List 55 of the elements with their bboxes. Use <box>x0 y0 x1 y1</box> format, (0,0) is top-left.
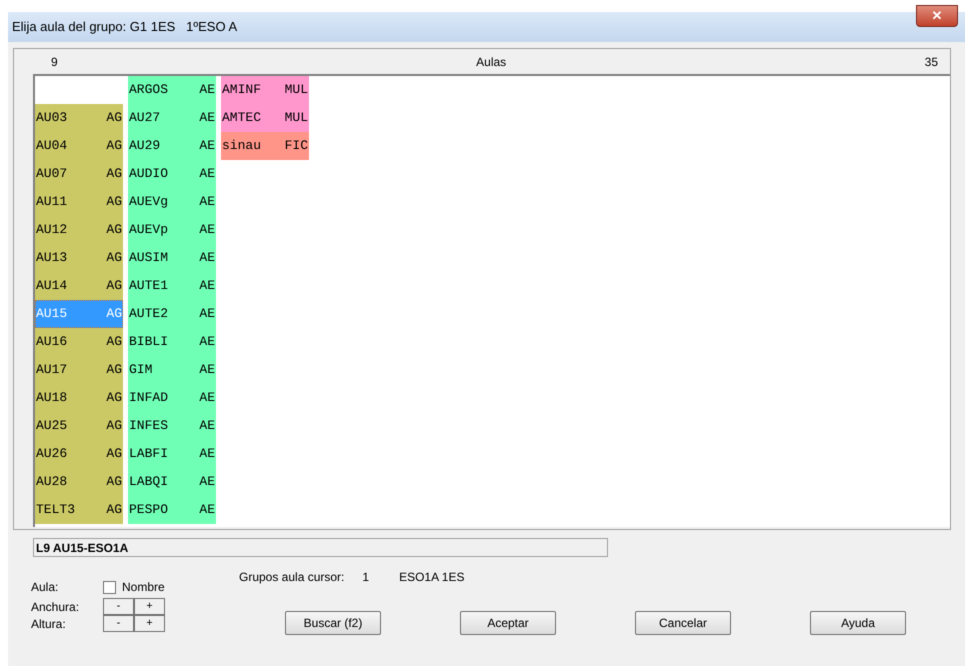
room-cell[interactable]: AUEVg AE <box>128 188 216 216</box>
close-button[interactable]: ✕ <box>916 5 958 27</box>
room-cell[interactable]: AU14 AG <box>35 272 123 300</box>
room-cell[interactable]: LABFI AE <box>128 440 216 468</box>
room-cell[interactable]: AU27 AE <box>128 104 216 132</box>
cursor-groups-value: ESO1A 1ES <box>399 569 464 586</box>
dialog-button[interactable]: Buscar (f2) <box>285 611 381 635</box>
room-cell[interactable]: AU07 AG <box>35 160 123 188</box>
room-cell[interactable]: AUSIM AE <box>128 244 216 272</box>
end-period-label: 35 <box>924 54 938 70</box>
cursor-groups-count: 1 <box>362 569 370 586</box>
room-cell[interactable]: AU26 AG <box>35 440 123 468</box>
width-label: Anchura: <box>31 598 80 616</box>
aula-label: Aula: <box>31 579 60 596</box>
room-cell[interactable]: PESPO AE <box>128 496 216 524</box>
room-cell[interactable]: AU13 AG <box>35 244 123 272</box>
room-cell[interactable]: AU17 AG <box>35 356 123 384</box>
increase-width-button[interactable]: + <box>134 598 165 615</box>
room-cell[interactable]: ARGOS AE <box>128 76 216 104</box>
room-cell[interactable]: AU29 AE <box>128 132 216 160</box>
dialog-button[interactable]: Cancelar <box>635 611 731 635</box>
room-cell[interactable]: GIM AE <box>128 356 216 384</box>
increase-height-button[interactable]: + <box>134 615 165 632</box>
status-field: L9 AU15-ESO1A <box>33 538 608 557</box>
room-cell[interactable]: AU28 AG <box>35 468 123 496</box>
room-cell[interactable]: AUTE2 AE <box>128 300 216 328</box>
room-cell[interactable]: AU16 AG <box>35 328 123 356</box>
start-period-label: 9 <box>51 54 58 70</box>
cursor-groups-label: Grupos aula cursor: <box>239 569 344 586</box>
room-cell[interactable]: LABQI AE <box>128 468 216 496</box>
room-cell[interactable]: AUTE1 AE <box>128 272 216 300</box>
room-cell[interactable]: AU03 AG <box>35 104 123 132</box>
room-cell[interactable]: TELT3 AG <box>35 496 123 524</box>
room-cell[interactable]: AUEVp AE <box>128 216 216 244</box>
room-cell[interactable]: AU12 AG <box>35 216 123 244</box>
dialog-button[interactable]: Aceptar <box>460 611 556 635</box>
room-cell[interactable]: AMTEC MUL <box>221 104 309 132</box>
height-label: Altura: <box>31 616 67 632</box>
room-cell[interactable]: INFES AE <box>128 412 216 440</box>
room-cell[interactable]: BIBLI AE <box>128 328 216 356</box>
room-cell[interactable]: AU25 AG <box>35 412 123 440</box>
decrease-width-button[interactable]: - <box>103 598 134 615</box>
checkbox[interactable] <box>103 580 116 594</box>
room-cell[interactable]: AMINF MUL <box>221 76 309 104</box>
room-cell[interactable]: sinau FIC <box>221 132 309 160</box>
name-checkbox[interactable]: Nombre <box>103 578 165 596</box>
room-cell[interactable]: INFAD AE <box>128 384 216 412</box>
dialog-button[interactable]: Ayuda <box>810 611 906 635</box>
room-cell[interactable]: AU11 AG <box>35 188 123 216</box>
decrease-height-button[interactable]: - <box>103 615 134 632</box>
room-cell[interactable]: AUDIO AE <box>128 160 216 188</box>
grid-title: Aulas <box>475 54 508 70</box>
room-cell[interactable]: AU04 AG <box>35 132 123 160</box>
window-title: Elija aula del grupo: G1 1ES 1ºESO A <box>12 18 238 36</box>
room-cell[interactable]: AU18 AG <box>35 384 123 412</box>
